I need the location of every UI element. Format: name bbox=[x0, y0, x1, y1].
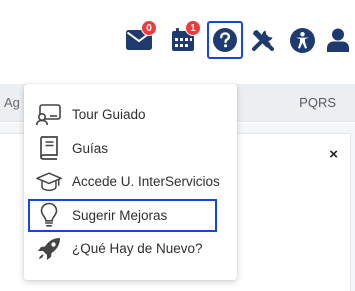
tools-button[interactable] bbox=[247, 24, 279, 56]
mail-badge: 0 bbox=[141, 20, 157, 36]
menu-item-tour-guiado[interactable]: Tour Guiado bbox=[24, 98, 237, 132]
graduation-cap-icon bbox=[36, 169, 62, 195]
menu-item-label: ¿Qué Hay de Nuevo? bbox=[72, 241, 203, 257]
calendar-badge: 1 bbox=[185, 20, 201, 36]
mail-button[interactable]: 0 bbox=[123, 20, 157, 56]
app-screen: Ag PQRS × 0 1 Tour Guiado Guías Accede U… bbox=[0, 0, 355, 291]
help-dropdown-menu: Tour Guiado Guías Accede U. InterServici… bbox=[24, 84, 237, 280]
book-icon bbox=[36, 135, 62, 161]
rocket-icon bbox=[36, 236, 62, 262]
menu-item-accede-interservicios[interactable]: Accede U. InterServicios bbox=[24, 165, 237, 199]
nav-item-partial[interactable]: Ag bbox=[4, 95, 20, 110]
user-button[interactable] bbox=[322, 24, 354, 56]
user-icon bbox=[327, 28, 349, 52]
menu-item-label: Sugerir Mejoras bbox=[72, 207, 168, 223]
lightbulb-icon bbox=[36, 202, 62, 228]
help-button[interactable] bbox=[207, 21, 243, 59]
menu-item-label: Guías bbox=[72, 140, 109, 156]
close-button[interactable]: × bbox=[329, 147, 338, 162]
menu-item-guias[interactable]: Guías bbox=[24, 132, 237, 166]
menu-item-label: Accede U. InterServicios bbox=[72, 174, 220, 190]
menu-item-que-hay-de-nuevo[interactable]: ¿Qué Hay de Nuevo? bbox=[24, 232, 237, 266]
menu-item-label: Tour Guiado bbox=[72, 107, 146, 123]
help-icon bbox=[213, 28, 237, 52]
nav-item-pqrs[interactable]: PQRS bbox=[299, 95, 336, 110]
guided-tour-icon bbox=[36, 102, 62, 128]
tools-icon bbox=[250, 27, 276, 53]
menu-item-sugerir-mejoras[interactable]: Sugerir Mejoras bbox=[28, 198, 217, 232]
top-toolbar: 0 1 bbox=[0, 0, 355, 84]
accessibility-icon bbox=[289, 27, 315, 53]
calendar-button[interactable]: 1 bbox=[167, 20, 201, 56]
accessibility-button[interactable] bbox=[286, 24, 318, 56]
